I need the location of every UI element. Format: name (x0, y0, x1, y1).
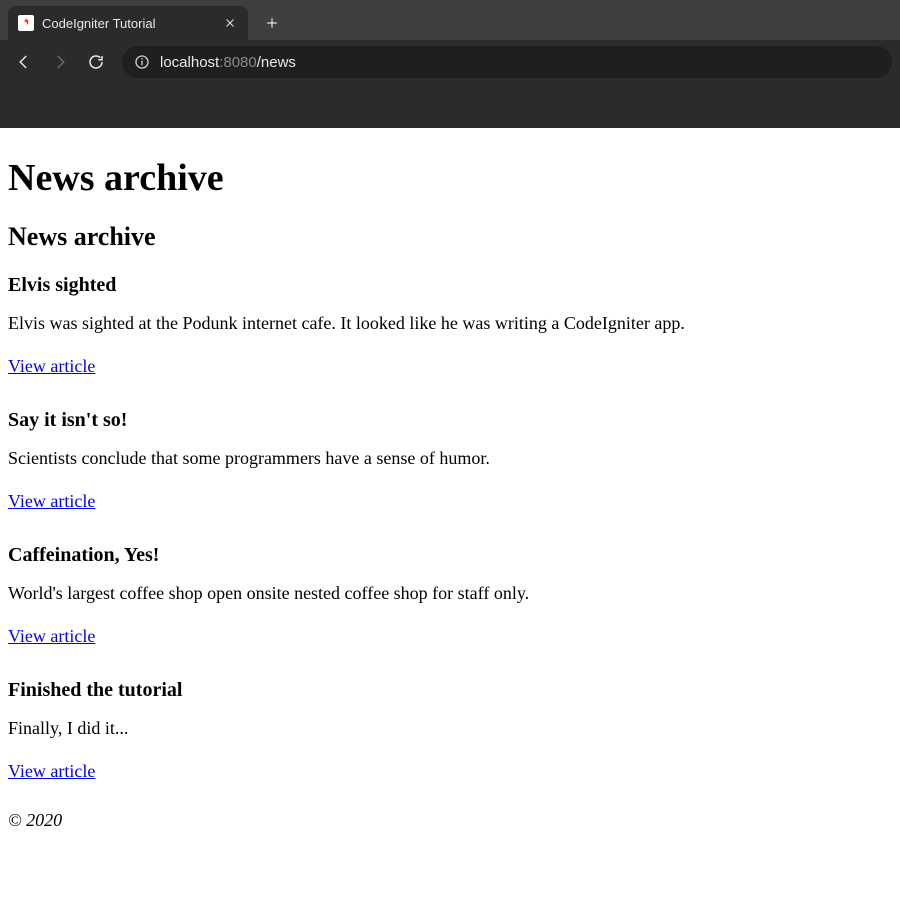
url-host: localhost (160, 54, 219, 71)
article-body: World's largest coffee shop open onsite … (8, 583, 892, 604)
new-tab-button[interactable] (258, 9, 286, 37)
browser-chrome: CodeIgniter Tutorial localhost:8080/news (0, 0, 900, 128)
url-port: :8080 (219, 54, 257, 71)
article-title: Caffeination, Yes! (8, 544, 892, 567)
view-article-link[interactable]: View article (8, 626, 95, 647)
page-title: News archive (8, 156, 892, 200)
url-path: /news (257, 54, 296, 71)
browser-toolbar: localhost:8080/news (0, 40, 900, 84)
view-article-link[interactable]: View article (8, 761, 95, 782)
address-bar[interactable]: localhost:8080/news (122, 46, 892, 78)
articles-list: Elvis sighted Elvis was sighted at the Po… (8, 274, 892, 792)
reload-button[interactable] (80, 46, 112, 78)
tab-strip: CodeIgniter Tutorial (0, 0, 900, 40)
article-body: Elvis was sighted at the Podunk internet… (8, 313, 892, 334)
article-body: Finally, I did it... (8, 718, 892, 739)
article-body: Scientists conclude that some programmer… (8, 448, 892, 469)
close-icon[interactable] (222, 15, 238, 31)
view-article-link[interactable]: View article (8, 491, 95, 512)
browser-tab[interactable]: CodeIgniter Tutorial (8, 6, 248, 40)
page-content: News archive News archive Elvis sightedE… (0, 128, 900, 851)
url-text: localhost:8080/news (160, 54, 296, 71)
article-title: Say it isn't so! (8, 409, 892, 432)
page-footer: © 2020 (8, 810, 892, 831)
back-button[interactable] (8, 46, 40, 78)
section-heading: News archive (8, 222, 892, 252)
forward-button[interactable] (44, 46, 76, 78)
bookmarks-bar-area (0, 84, 900, 128)
codeigniter-flame-icon (18, 15, 34, 31)
article-title: Finished the tutorial (8, 679, 892, 702)
site-info-icon[interactable] (134, 54, 150, 70)
article-title: Elvis sighted (8, 274, 892, 297)
view-article-link[interactable]: View article (8, 356, 95, 377)
tab-title: CodeIgniter Tutorial (42, 16, 214, 31)
